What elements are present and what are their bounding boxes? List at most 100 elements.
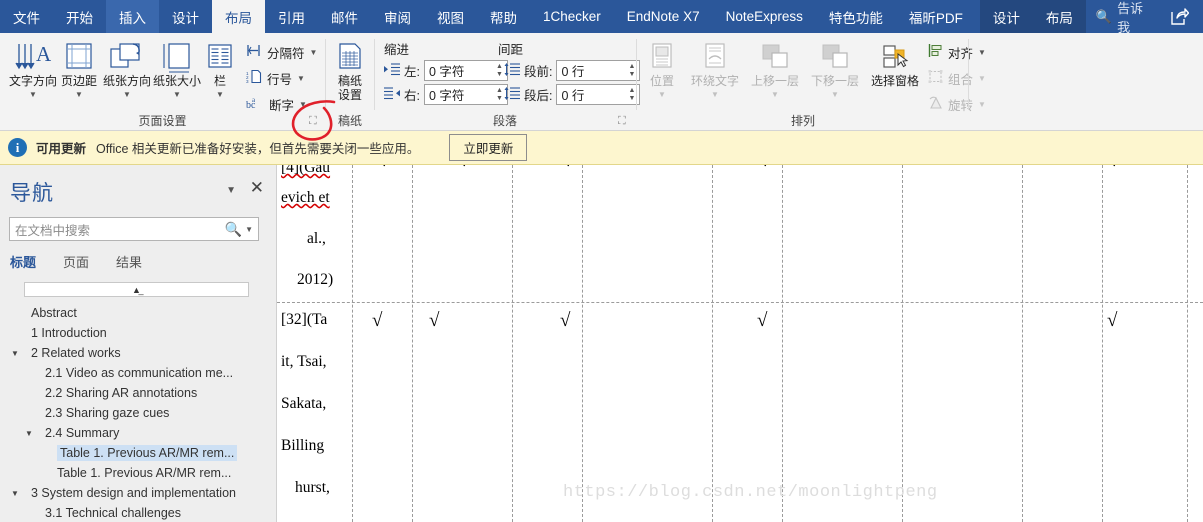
tab-mailings[interactable]: 邮件 — [318, 0, 371, 33]
columns-button[interactable]: 栏 ▼ — [200, 37, 240, 109]
list-item[interactable]: 3.1 Technical challenges — [0, 503, 277, 522]
chevron-down-icon[interactable]: ▼ — [711, 90, 719, 99]
chevron-down-icon[interactable]: ▼ — [771, 90, 779, 99]
list-item[interactable]: 2.2 Sharing AR annotations — [0, 383, 277, 403]
expand-triangle-icon[interactable]: ▼ — [24, 429, 34, 438]
position-button[interactable]: 位置 ▼ — [640, 37, 684, 109]
columns-label: 栏 — [213, 74, 226, 88]
chevron-down-icon[interactable]: ▼ — [978, 74, 986, 83]
nav-item-label: 2.1 Video as communication me... — [45, 366, 234, 380]
document-canvas[interactable]: [4](Gau evich et al., 2012) [32](Ta it, … — [277, 165, 1203, 522]
expand-triangle-icon[interactable]: ▼ — [10, 349, 20, 358]
orientation-label: 纸张方向 — [102, 74, 151, 88]
group-button[interactable]: 组合 ▼ — [928, 67, 986, 89]
chevron-down-icon[interactable]: ▼ — [123, 90, 131, 99]
tab-1checker[interactable]: 1Checker — [530, 0, 614, 33]
nav-item-label: 2.2 Sharing AR annotations — [45, 386, 198, 400]
indent-left-input[interactable]: 0 字符 ▲ ▼ — [423, 60, 508, 81]
selection-pane-button[interactable]: 选择窗格 — [866, 37, 924, 109]
tab-foxit-pdf[interactable]: 福昕PDF — [896, 0, 976, 33]
tab-results[interactable]: 结果 — [116, 252, 142, 271]
share-button[interactable] — [1156, 0, 1203, 33]
list-item[interactable]: ▼ 3 System design and implementation — [0, 483, 277, 503]
chevron-down-icon[interactable]: ▼ — [297, 74, 305, 83]
tab-table-layout[interactable]: 布局 — [1032, 0, 1086, 33]
tab-layout[interactable]: 布局 — [212, 0, 265, 33]
list-item[interactable]: 1 Introduction — [0, 323, 277, 343]
tab-headings[interactable]: 标题 — [10, 252, 36, 271]
tab-table-design[interactable]: 设计 — [979, 0, 1033, 33]
wrap-text-button[interactable]: 环绕文字 ▼ — [686, 37, 744, 109]
position-icon — [648, 37, 676, 73]
tab-design[interactable]: 设计 — [159, 0, 212, 33]
list-item[interactable]: Abstract — [0, 303, 277, 323]
line-numbers-button[interactable]: 1 2 3 行号 ▼ — [246, 67, 305, 89]
indent-header: 缩进 — [384, 43, 410, 57]
nav-item-label: 2 Related works — [31, 346, 121, 360]
table-cell-text: evich et — [281, 189, 330, 206]
paragraph-dialog-launcher[interactable]: ⛶ — [618, 116, 630, 128]
indent-left-value: 0 字符 — [428, 65, 465, 79]
bring-forward-icon — [758, 37, 792, 73]
manuscript-setup-button[interactable]: 稿纸 设置 — [326, 37, 374, 109]
bring-forward-button[interactable]: 上移一层 ▼ — [746, 37, 804, 109]
tab-insert[interactable]: 插入 — [106, 0, 159, 33]
tab-file[interactable]: 文件 — [0, 0, 53, 33]
align-button[interactable]: 对齐 ▼ — [928, 41, 986, 63]
space-after-input[interactable]: 0 行 ▲ ▼ — [556, 84, 641, 105]
document-table: [4](Gau evich et al., 2012) [32](Ta it, … — [277, 165, 1203, 522]
list-item[interactable]: ▼ 2 Related works — [0, 343, 277, 363]
chevron-down-icon[interactable]: ▼ — [173, 90, 181, 99]
tab-help[interactable]: 帮助 — [477, 0, 530, 33]
tab-review[interactable]: 审阅 — [371, 0, 424, 33]
rotate-label: 旋转 — [948, 98, 974, 113]
chevron-down-icon[interactable]: ▼ — [310, 48, 318, 57]
chevron-down-icon[interactable]: ▼ — [978, 100, 986, 109]
breaks-button[interactable]: 分隔符 ▼ — [246, 41, 317, 63]
tab-references[interactable]: 引用 — [265, 0, 318, 33]
page-setup-dialog-launcher[interactable]: ⛶ — [309, 116, 321, 128]
chevron-down-icon[interactable]: ▼ — [29, 90, 37, 99]
ribbon-tab-bar: 文件 开始 插入 设计 布局 引用 邮件 审阅 视图 帮助 1Checker E… — [0, 0, 1203, 35]
list-item[interactable]: 2.1 Video as communication me... — [0, 363, 277, 383]
chevron-down-icon[interactable]: ▼ — [658, 90, 666, 99]
close-icon[interactable]: ✕ — [250, 179, 264, 196]
tab-featured[interactable]: 特色功能 — [816, 0, 896, 33]
chevron-down-icon[interactable]: ▼ — [75, 90, 83, 99]
expand-triangle-icon[interactable]: ▼ — [10, 489, 20, 498]
list-item[interactable]: ▼ 2.4 Summary — [0, 423, 277, 443]
wrap-text-label: 环绕文字 — [690, 74, 739, 88]
list-item[interactable]: Table 1. Previous AR/MR rem... — [0, 463, 277, 483]
chevron-down-icon[interactable]: ▼ — [299, 100, 307, 109]
tell-me-box[interactable]: 🔍 告诉我 — [1086, 0, 1156, 35]
table-checkmark: √ — [560, 310, 571, 331]
chevron-down-icon[interactable]: ▼ — [216, 90, 224, 99]
list-item[interactable]: 2.3 Sharing gaze cues — [0, 403, 277, 423]
tab-endnote-x7[interactable]: EndNote X7 — [614, 0, 713, 33]
paper-size-button[interactable]: 纸张大小 ▼ — [146, 37, 208, 109]
table-column-border — [1187, 165, 1188, 522]
update-now-button[interactable]: 立即更新 — [449, 134, 528, 161]
tab-pages[interactable]: 页面 — [63, 252, 89, 271]
list-item[interactable]: Table 1. Previous AR/MR rem... — [0, 443, 277, 463]
chevron-down-icon[interactable]: ▼ — [245, 225, 258, 234]
indent-right-input[interactable]: 0 字符 ▲ ▼ — [423, 84, 508, 105]
table-column-border — [352, 165, 353, 522]
tab-home[interactable]: 开始 — [53, 0, 106, 33]
scroll-to-top-button[interactable]: ▲̲ — [24, 282, 249, 297]
spacing-header: 间距 — [498, 43, 524, 57]
tab-noteexpress[interactable]: NoteExpress — [713, 0, 816, 33]
search-icon[interactable]: 🔍 — [225, 221, 245, 238]
search-input[interactable]: 在文档中搜索 🔍 ▼ — [9, 217, 259, 241]
paper-size-label: 纸张大小 — [152, 74, 201, 88]
margins-icon — [62, 37, 96, 73]
table-checkmark: √ — [459, 165, 469, 170]
chevron-down-icon[interactable]: ▼ — [226, 185, 236, 196]
space-before-input[interactable]: 0 行 ▲ ▼ — [556, 60, 641, 81]
send-backward-button[interactable]: 下移一层 ▼ — [806, 37, 864, 109]
table-cell-text: 2012) — [297, 271, 334, 288]
chevron-down-icon[interactable]: ▼ — [978, 48, 986, 57]
tab-view[interactable]: 视图 — [424, 0, 477, 33]
chevron-down-icon[interactable]: ▼ — [831, 90, 839, 99]
space-after-label: 段后: — [524, 89, 553, 103]
